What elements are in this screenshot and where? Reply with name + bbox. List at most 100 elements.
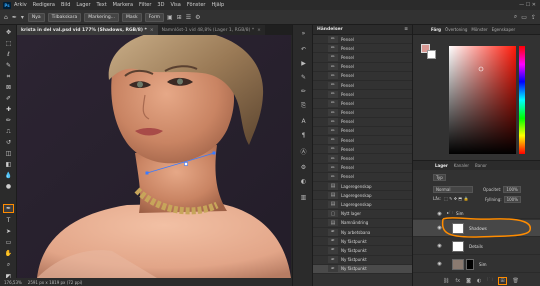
home-icon[interactable]: ⌂: [4, 14, 8, 21]
history-item[interactable]: ✏ Pensel: [313, 53, 412, 63]
panel-menu-icon[interactable]: ≡: [404, 27, 408, 32]
hue-slider[interactable]: [519, 46, 525, 154]
selection-button[interactable]: Markering...: [84, 12, 120, 22]
history-item[interactable]: ✏ Pensel: [313, 164, 412, 173]
tab-layers[interactable]: Lager: [435, 163, 448, 168]
visibility-eye-icon[interactable]: ◉: [435, 211, 444, 217]
path-align-icon[interactable]: ⊞: [177, 14, 182, 21]
tab-second-document[interactable]: Namnlöst-1 vid 48,8% (Lager 1, RGB/8) * ×: [157, 25, 265, 35]
history-item[interactable]: ✏ Pensel: [313, 44, 412, 54]
layer-row[interactable]: ◉ Details: [413, 238, 540, 255]
history-item[interactable]: ▤ Lageregenskap: [313, 191, 412, 201]
pen-tool-icon[interactable]: ✒: [3, 204, 14, 213]
history-item[interactable]: ✏ Pensel: [313, 118, 412, 127]
history-item[interactable]: ✏ Pensel: [313, 173, 412, 182]
window-controls[interactable]: — ☐ ✕: [519, 2, 536, 8]
layer-filter[interactable]: Typ: [433, 174, 446, 181]
history-item[interactable]: ✒ Ny arbetsbana: [313, 228, 412, 238]
layer-group-row[interactable]: ◉ ▸🗀 Sim: [413, 209, 540, 219]
tab-paths[interactable]: Banor: [475, 163, 487, 168]
menu-image[interactable]: Bild: [61, 2, 70, 8]
tab-channels[interactable]: Kanaler: [454, 163, 469, 168]
menu-file[interactable]: Arkiv: [14, 2, 27, 8]
adjustment-layer-icon[interactable]: ◐: [477, 278, 481, 284]
pen-tool-icon[interactable]: ✒: [12, 14, 17, 21]
trash-icon[interactable]: 🗑: [513, 278, 519, 284]
menu-layer[interactable]: Lager: [76, 2, 90, 8]
tab-gradients[interactable]: Övertoning: [445, 27, 467, 32]
eyedropper-tool-icon[interactable]: ✐: [3, 94, 14, 103]
blend-mode-dropdown[interactable]: Normal: [433, 186, 473, 193]
menu-select[interactable]: Markera: [113, 2, 133, 8]
menu-3d[interactable]: 3D: [157, 2, 164, 8]
stamp-tool-icon[interactable]: ⎍: [3, 127, 14, 136]
feather-button[interactable]: Tilbakskara: [47, 12, 82, 22]
blend-mode[interactable]: Normal: [433, 186, 473, 193]
lock-icons[interactable]: ⬚ ✎ ✥ ⬒ 🔒: [444, 196, 468, 201]
dodge-tool-icon[interactable]: ●: [3, 182, 14, 191]
menu-window[interactable]: Fönster: [187, 2, 206, 8]
history-item[interactable]: ▤ Namnändring: [313, 219, 412, 228]
fill-input[interactable]: 100%: [503, 196, 522, 203]
workspace-icon[interactable]: ▭: [521, 14, 527, 21]
gradient-tool-icon[interactable]: ◧: [3, 160, 14, 169]
clone-source-icon[interactable]: ⎘: [298, 101, 309, 110]
brush-tool-icon[interactable]: ✏: [3, 116, 14, 125]
visibility-eye-icon[interactable]: ◉: [435, 225, 444, 231]
new-layer-icon[interactable]: ⊞: [498, 277, 507, 285]
menu-text[interactable]: Text: [97, 2, 107, 8]
tab-patterns[interactable]: Mönster: [471, 27, 487, 32]
brush-settings-icon[interactable]: ✎: [298, 73, 309, 82]
hand-tool-icon[interactable]: ✋: [3, 249, 14, 258]
new-group-icon[interactable]: 🗀: [487, 277, 492, 285]
frame-tool-icon[interactable]: ⊠: [3, 83, 14, 92]
history-item[interactable]: ✏ Pensel: [313, 63, 412, 72]
zoom-level[interactable]: 176,53%: [4, 280, 22, 285]
path-select-tool-icon[interactable]: ➤: [3, 227, 14, 236]
link-layers-icon[interactable]: ⛓: [443, 278, 449, 284]
history-item[interactable]: ✏ Pensel: [313, 136, 412, 146]
zoom-tool-icon[interactable]: ⌕: [3, 260, 14, 269]
path-arrange-icon[interactable]: ☰: [186, 14, 191, 21]
history-item[interactable]: ✏ Pensel: [313, 154, 412, 164]
history-item[interactable]: ✒ Ny fästpunkt: [313, 264, 412, 274]
background-color-swatch[interactable]: [427, 50, 436, 59]
search-icon[interactable]: ⌕: [514, 13, 517, 21]
layer-row-selected[interactable]: ◉ Shadows: [413, 220, 540, 237]
glyphs-icon[interactable]: Ⓐ: [298, 147, 309, 156]
close-icon[interactable]: ×: [150, 28, 154, 33]
share-icon[interactable]: ⇪: [531, 14, 536, 21]
settings-icon[interactable]: ⚙: [195, 14, 200, 21]
paragraph-icon[interactable]: ¶: [298, 131, 309, 140]
eraser-tool-icon[interactable]: ◫: [3, 149, 14, 158]
blur-tool-icon[interactable]: 💧: [3, 171, 14, 180]
collapse-icon[interactable]: »: [298, 29, 309, 38]
visibility-eye-icon[interactable]: ◉: [435, 243, 444, 249]
brushes-icon[interactable]: ✏: [298, 87, 309, 96]
color-field[interactable]: [449, 46, 516, 154]
type-tool-icon[interactable]: T: [3, 216, 14, 225]
history-item[interactable]: ✏ Pensel: [313, 35, 412, 45]
move-tool-icon[interactable]: ✥: [3, 28, 14, 37]
layer-row[interactable]: ◉ Sim: [413, 256, 540, 273]
menu-view[interactable]: Visa: [170, 2, 180, 8]
tab-color[interactable]: Färg: [431, 27, 441, 32]
actions-icon[interactable]: ▶: [298, 59, 309, 68]
marquee-tool-icon[interactable]: ⬚: [3, 39, 14, 48]
mode-dropdown[interactable]: Nya: [27, 12, 45, 22]
healing-tool-icon[interactable]: ✚: [3, 105, 14, 114]
crop-tool-icon[interactable]: ⌗: [3, 72, 14, 81]
path-ops-icon[interactable]: ▣: [167, 14, 173, 21]
history-item[interactable]: ✒ Ny fästpunkt: [313, 256, 412, 265]
menu-help[interactable]: Hjälp: [211, 2, 224, 8]
libraries-icon[interactable]: ▥: [298, 193, 309, 202]
close-icon[interactable]: ×: [257, 28, 261, 33]
document-canvas[interactable]: [17, 35, 291, 278]
history-item[interactable]: ✏ Pensel: [313, 109, 412, 118]
history-item[interactable]: ✒ Ny fästpunkt: [313, 237, 412, 247]
lasso-tool-icon[interactable]: ℓ: [3, 50, 14, 59]
visibility-eye-icon[interactable]: ◉: [435, 261, 444, 267]
chevron-down-icon[interactable]: ▾: [21, 14, 24, 21]
fx-icon[interactable]: fx: [455, 278, 460, 284]
history-item[interactable]: ✏ Pensel: [313, 99, 412, 109]
